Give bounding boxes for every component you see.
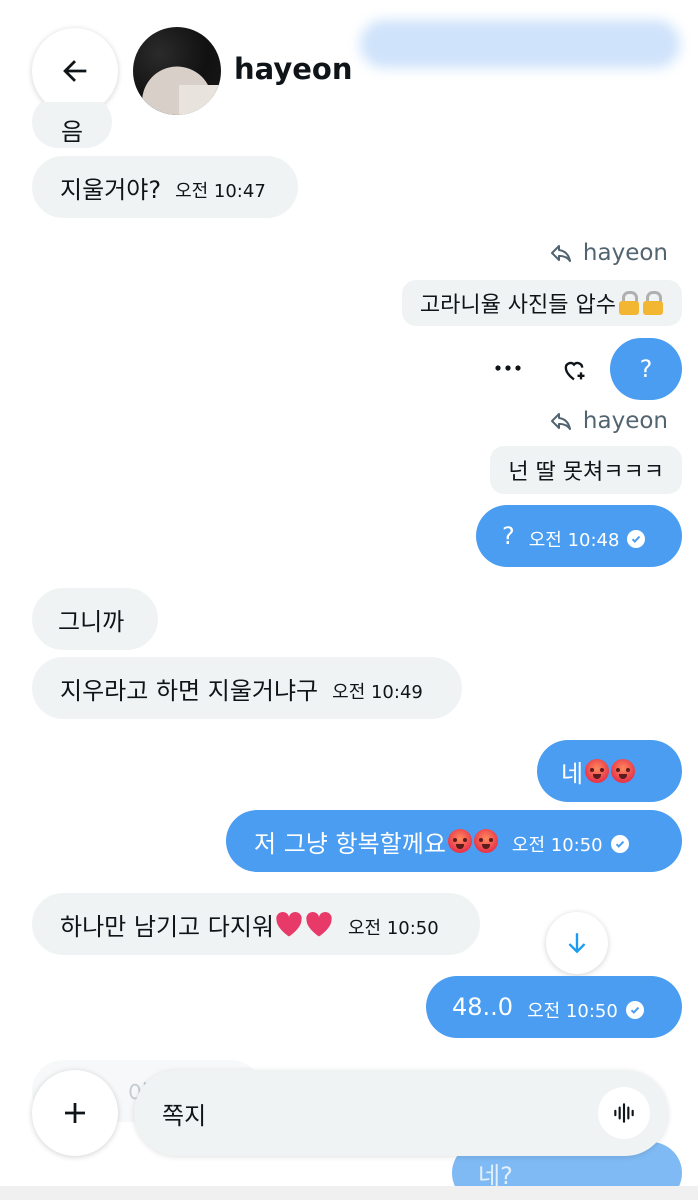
message-text: ? — [502, 522, 515, 550]
more-options-button[interactable] — [488, 350, 528, 386]
incoming-message[interactable]: 지울거야? 오전 10:47 — [32, 156, 298, 218]
outgoing-message[interactable]: ? 오전 10:48 — [476, 505, 682, 567]
message-time: 오전 10:50 — [527, 1001, 618, 1022]
back-button[interactable] — [32, 28, 118, 114]
reply-to-name: hayeon — [582, 408, 668, 434]
composer-input[interactable]: 쪽지 — [162, 1096, 598, 1131]
outgoing-message[interactable]: ? — [610, 338, 682, 400]
outgoing-message[interactable]: 48..0 오전 10:50 — [426, 976, 682, 1038]
add-attachment-button[interactable] — [32, 1070, 118, 1156]
flushed-face-emoji-icon — [585, 759, 610, 783]
message-time: 오전 10:48 — [528, 530, 620, 551]
outgoing-message[interactable]: 저 그냥 항복할께요 오전 10:50 — [226, 810, 682, 872]
heart-plus-icon — [564, 361, 585, 381]
reply-header: hayeon — [549, 408, 668, 434]
react-button[interactable] — [556, 352, 592, 388]
incoming-message[interactable]: 음 — [32, 102, 112, 148]
message-text: 음 — [60, 117, 84, 146]
conversation-username[interactable]: hayeon — [234, 52, 352, 86]
quoted-message[interactable]: 고라니율 사진들 압수 — [401, 280, 682, 326]
quoted-text: 넌 딸 못쳐ㅋㅋㅋ — [508, 460, 664, 485]
heart-emoji-icon — [276, 911, 302, 937]
scroll-to-bottom-button[interactable] — [546, 912, 608, 974]
message-composer[interactable]: 쪽지 — [134, 1070, 668, 1156]
message-text: 저 그냥 항복할께요 — [254, 829, 446, 858]
lock-emoji-icon — [618, 291, 640, 315]
flushed-face-emoji-icon — [611, 759, 636, 783]
outgoing-message[interactable]: 네 — [537, 740, 682, 802]
message-time: 오전 10:49 — [332, 682, 423, 703]
voice-wave-icon — [614, 1103, 634, 1123]
message-time: 오전 10:47 — [175, 181, 266, 202]
flushed-face-emoji-icon — [473, 829, 498, 853]
reply-to-name: hayeon — [582, 240, 668, 266]
message-time: 오전 10:50 — [347, 918, 439, 939]
read-check-icon — [625, 1001, 644, 1019]
incoming-message[interactable]: 지우라고 하면 지울거냐구 오전 10:49 — [32, 657, 462, 719]
avatar[interactable] — [133, 27, 221, 115]
more-horizontal-icon — [495, 365, 521, 371]
incoming-message[interactable]: 하나만 남기고 다지워 오전 10:50 — [32, 893, 480, 955]
message-text: 네 — [561, 759, 584, 788]
message-text: 하나만 남기고 다지워 — [60, 912, 274, 941]
message-text: 지우라고 하면 지울거냐구 — [60, 676, 319, 705]
read-check-icon — [627, 530, 646, 548]
message-time: 오전 10:50 — [511, 835, 603, 856]
reply-arrow-icon — [550, 413, 571, 430]
voice-message-button[interactable] — [598, 1087, 650, 1139]
quoted-text: 고라니율 사진들 압수 — [419, 293, 616, 318]
message-text: 48..0 — [452, 993, 514, 1021]
reply-arrow-icon — [550, 245, 571, 262]
lock-emoji-icon — [642, 291, 664, 315]
arrow-down-icon — [568, 933, 586, 954]
blurred-banner — [360, 20, 680, 68]
bottom-edge — [0, 1186, 698, 1200]
quoted-message[interactable]: 넌 딸 못쳐ㅋㅋㅋ — [490, 446, 682, 494]
reply-header: hayeon — [549, 240, 668, 266]
message-text: ? — [639, 355, 653, 383]
incoming-message[interactable]: 그니까 — [32, 588, 158, 650]
heart-emoji-icon — [306, 911, 332, 937]
read-check-icon — [610, 835, 629, 853]
arrow-left-icon — [63, 60, 87, 82]
plus-icon — [65, 1103, 85, 1123]
flushed-face-emoji-icon — [447, 829, 472, 853]
message-text: 그니까 — [58, 607, 125, 636]
message-text: 지울거야? — [60, 175, 162, 204]
